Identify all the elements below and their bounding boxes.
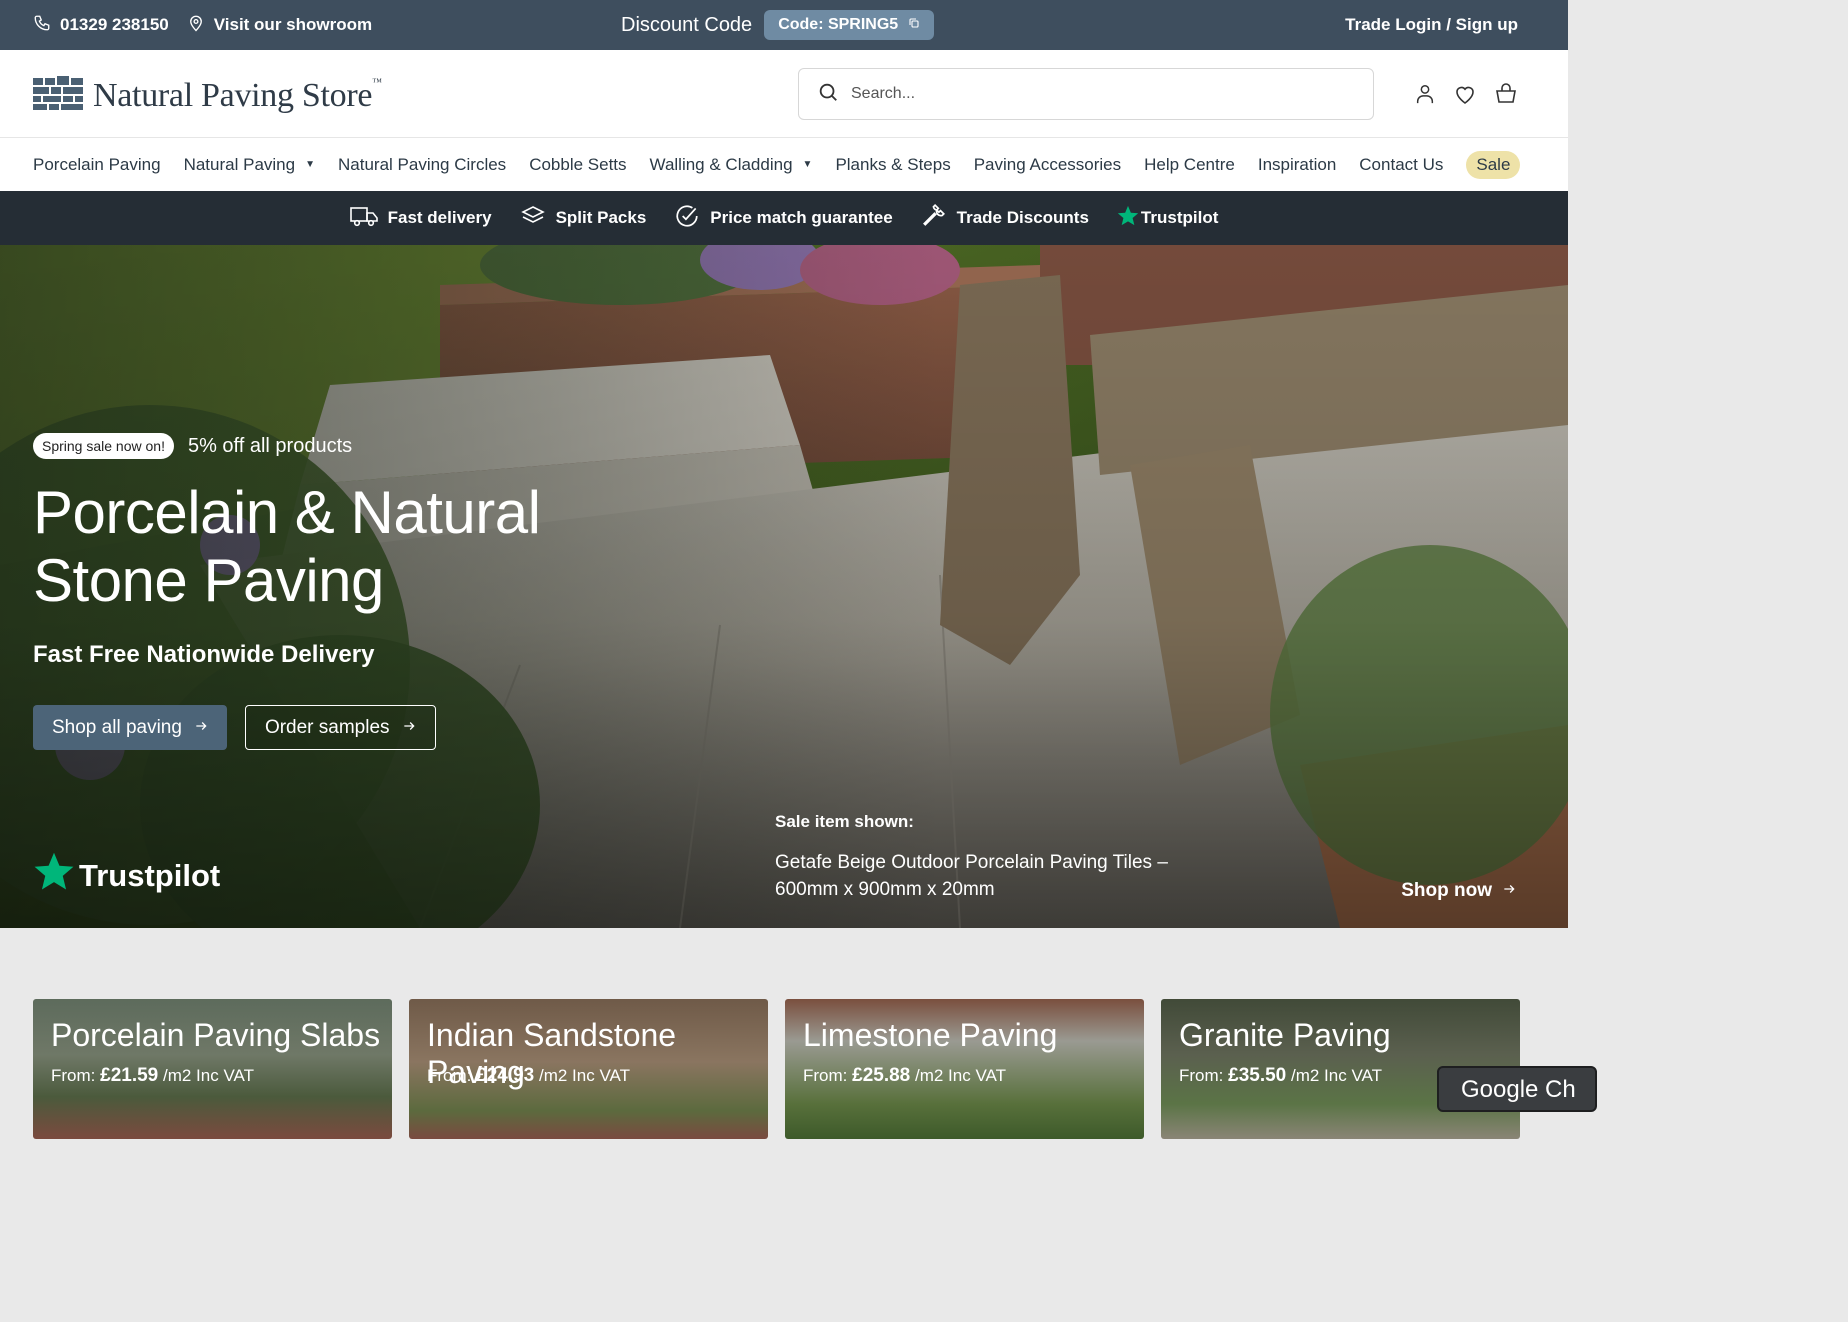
- caret-down-icon: ▼: [802, 159, 813, 170]
- sale-item-label: Sale item shown:: [775, 812, 914, 831]
- google-chrome-popup[interactable]: Google Ch: [1437, 1066, 1597, 1112]
- usp-price-match[interactable]: Price match guarantee: [674, 203, 893, 234]
- nav-walling-cladding[interactable]: Walling & Cladding ▼: [650, 155, 813, 175]
- search-box: [798, 68, 1374, 120]
- nav-paving-accessories[interactable]: Paving Accessories: [974, 155, 1121, 175]
- main-nav: Porcelain Paving Natural Paving ▼ Natural…: [0, 138, 1568, 191]
- category-card-limestone[interactable]: Limestone Paving From: £25.88 /m2 Inc VA…: [785, 999, 1144, 1139]
- nav-help-centre[interactable]: Help Centre: [1144, 155, 1235, 175]
- usp-bar: Fast delivery Split Packs Price match gu…: [0, 191, 1568, 245]
- truck-icon: [349, 204, 378, 233]
- usp-price-match-label: Price match guarantee: [710, 208, 893, 227]
- trustpilot-star-icon: [33, 851, 75, 901]
- hero-trustpilot-logo[interactable]: Trustpilot: [33, 851, 220, 901]
- phone-link[interactable]: 01329 238150: [33, 14, 169, 37]
- category-card-indian-sandstone[interactable]: Indian Sandstone Paving From: £24.93 /m2…: [409, 999, 768, 1139]
- order-samples-button[interactable]: Order samples: [244, 705, 436, 750]
- nav-natural-paving-circles[interactable]: Natural Paving Circles: [338, 155, 506, 175]
- phone-number: 01329 238150: [60, 15, 169, 34]
- wrench-icon: [921, 203, 947, 234]
- basket-icon[interactable]: [1494, 82, 1518, 111]
- trade-login-link[interactable]: Trade Login / Sign up: [1345, 15, 1518, 35]
- nav-planks-steps[interactable]: Planks & Steps: [835, 155, 950, 175]
- category-title: Porcelain Paving Slabs: [51, 1017, 381, 1053]
- nav-sale[interactable]: Sale: [1466, 150, 1521, 179]
- check-circle-icon: [674, 203, 700, 234]
- shop-now-link[interactable]: Shop now: [1401, 880, 1516, 902]
- usp-trade-discounts-label: Trade Discounts: [956, 208, 1089, 227]
- logo-text: Natural Paving Store™: [93, 76, 382, 114]
- hero-content: Spring sale now on! 5% off all products …: [33, 433, 553, 750]
- arrow-right-icon: [402, 717, 416, 739]
- search-icon: [817, 81, 839, 108]
- nav-inspiration[interactable]: Inspiration: [1258, 155, 1336, 175]
- arrow-right-icon: [194, 717, 208, 739]
- category-price: From: £24.93 /m2 Inc VAT: [427, 1065, 630, 1086]
- nav-cobble-setts[interactable]: Cobble Setts: [529, 155, 626, 175]
- shop-now-label: Shop now: [1401, 880, 1492, 901]
- sale-badge: Spring sale now on!: [33, 433, 174, 459]
- map-pin-icon: [187, 14, 205, 37]
- top-bar: 01329 238150 Visit our showroom Discount…: [0, 0, 1568, 50]
- showroom-link[interactable]: Visit our showroom: [187, 14, 372, 37]
- header-icons: [1414, 82, 1518, 111]
- hero-banner: Spring sale now on! 5% off all products …: [0, 245, 1568, 928]
- copy-icon: [908, 16, 920, 34]
- usp-trade-discounts[interactable]: Trade Discounts: [921, 203, 1089, 234]
- showroom-label: Visit our showroom: [213, 15, 373, 34]
- hero-title: Porcelain & Natural Stone Paving: [33, 479, 541, 614]
- shop-all-paving-button[interactable]: Shop all paving: [33, 705, 227, 750]
- logo-pavers-icon: [33, 76, 85, 115]
- nav-porcelain-paving[interactable]: Porcelain Paving: [33, 155, 161, 175]
- usp-split-packs[interactable]: Split Packs: [520, 204, 647, 233]
- usp-trustpilot[interactable]: Trustpilot: [1117, 205, 1218, 232]
- trustpilot-star-icon: [1117, 205, 1139, 232]
- hero-subtitle: Fast Free Nationwide Delivery: [33, 641, 375, 668]
- category-card-porcelain[interactable]: Porcelain Paving Slabs From: £21.59 /m2 …: [33, 999, 392, 1139]
- hero-trustpilot-label: Trustpilot: [79, 858, 221, 893]
- category-price: From: £21.59 /m2 Inc VAT: [51, 1065, 254, 1086]
- category-title: Limestone Paving: [803, 1017, 1058, 1053]
- sale-item-shown: Sale item shown: Getafe Beige Outdoor Po…: [775, 812, 1195, 903]
- category-price: From: £35.50 /m2 Inc VAT: [1179, 1065, 1382, 1086]
- search-input[interactable]: [851, 85, 1331, 103]
- sale-item-name: Getafe Beige Outdoor Porcelain Paving Ti…: [775, 852, 1168, 900]
- shop-all-paving-label: Shop all paving: [52, 716, 182, 738]
- category-title: Granite Paving: [1179, 1017, 1391, 1053]
- caret-down-icon: ▼: [305, 159, 315, 170]
- nav-contact-us[interactable]: Contact Us: [1359, 155, 1443, 175]
- arrow-right-icon: [1502, 880, 1516, 902]
- usp-split-packs-label: Split Packs: [555, 208, 647, 227]
- category-cards: Porcelain Paving Slabs From: £21.59 /m2 …: [33, 999, 1520, 1139]
- usp-trustpilot-label: Trustpilot: [1140, 208, 1219, 227]
- usp-fast-delivery-label: Fast delivery: [387, 208, 492, 227]
- discount-label: Discount Code: [621, 13, 753, 36]
- account-icon[interactable]: [1414, 82, 1436, 111]
- sale-text: 5% off all products: [187, 434, 353, 457]
- discount-code-button[interactable]: Code: SPRING5: [764, 10, 935, 40]
- usp-fast-delivery[interactable]: Fast delivery: [349, 204, 492, 233]
- discount-code: Code: SPRING5: [778, 16, 899, 33]
- site-header: Natural Paving Store™: [0, 50, 1568, 138]
- logo[interactable]: Natural Paving Store™: [33, 76, 382, 115]
- category-price: From: £25.88 /m2 Inc VAT: [803, 1065, 1006, 1086]
- phone-icon: [33, 14, 51, 37]
- order-samples-label: Order samples: [264, 716, 390, 738]
- wishlist-heart-icon[interactable]: [1452, 82, 1478, 111]
- layers-icon: [520, 204, 546, 233]
- nav-natural-paving[interactable]: Natural Paving ▼: [184, 155, 315, 175]
